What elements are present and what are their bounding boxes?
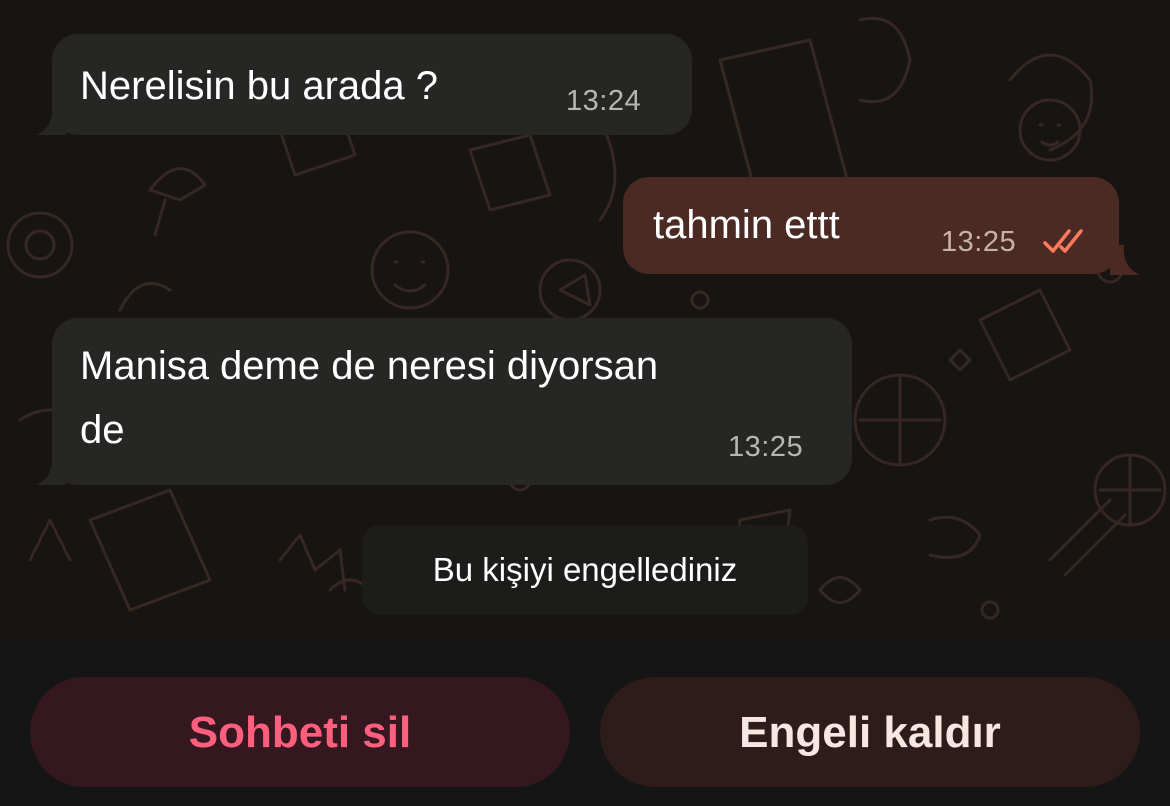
bubble-tail-icon [36,455,66,485]
message-time: 13:25 [941,226,1017,258]
bubble-tail-icon [1110,245,1140,275]
message-time: 13:25 [728,431,804,463]
message-bubble-incoming[interactable]: Manisa deme de neresi diyorsan de 13:25 [52,318,852,485]
message-text: Nerelisin bu arada ? [80,64,438,108]
chat-area[interactable]: Nerelisin bu arada ? 13:24 tahmin ettt 1… [0,0,1170,640]
message-text: Manisa deme de neresi diyorsan de [80,344,659,452]
message-bubble-incoming[interactable]: Nerelisin bu arada ? 13:24 [52,34,692,135]
message-time: 13:24 [566,85,642,117]
chat-screen: Nerelisin bu arada ? 13:24 tahmin ettt 1… [0,0,1170,806]
bubble-tail-icon [36,105,66,135]
message-text: tahmin ettt [653,203,840,247]
blocked-notice: Bu kişiyi engellediniz [362,525,808,615]
read-checkmarks-icon [1043,229,1083,253]
unblock-button[interactable]: Engeli kaldır [600,677,1140,787]
message-bubble-outgoing[interactable]: tahmin ettt 13:25 [623,177,1119,274]
delete-chat-button[interactable]: Sohbeti sil [30,677,570,787]
